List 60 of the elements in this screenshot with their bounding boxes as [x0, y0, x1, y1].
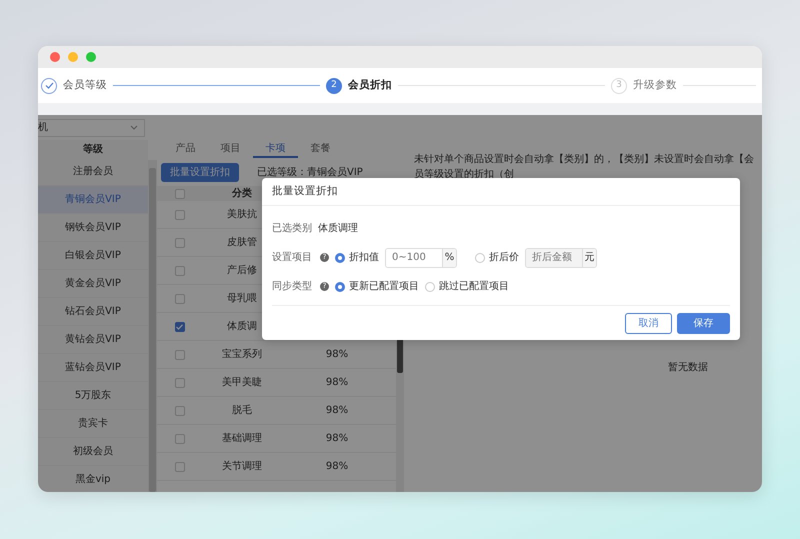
checkbox[interactable]: [174, 188, 184, 198]
input-field[interactable]: 0~100 %: [385, 248, 457, 268]
unit-label: %: [442, 248, 456, 266]
level-select[interactable]: 机: [38, 118, 145, 136]
table-cell: 98%: [326, 349, 348, 360]
table-cell: 母乳喂: [227, 293, 257, 304]
checkbox[interactable]: [174, 322, 184, 332]
table-cell: 基础调理: [222, 433, 262, 444]
table-cell: 产后修: [227, 265, 257, 276]
radio-option[interactable]: 折扣值: [335, 250, 379, 265]
save-button[interactable]: 保存: [677, 313, 730, 334]
maximize-icon[interactable]: [86, 52, 96, 62]
checkbox[interactable]: [174, 238, 184, 248]
close-icon[interactable]: [50, 52, 60, 62]
checkbox[interactable]: [174, 210, 184, 220]
checkbox[interactable]: [174, 406, 184, 416]
checkbox[interactable]: [174, 434, 184, 444]
checkbox[interactable]: [174, 294, 184, 304]
checkbox[interactable]: [174, 378, 184, 388]
step-marker: 2: [326, 78, 342, 94]
field-label: 已选类别: [272, 222, 312, 236]
table-cell: 脱毛: [232, 405, 252, 416]
scrollbar[interactable]: [148, 160, 157, 492]
level-item[interactable]: 青铜会员VIP: [38, 186, 148, 214]
table-cell: 美肤抗: [227, 209, 257, 220]
tab[interactable]: 套餐: [298, 140, 343, 158]
radio-option[interactable]: 跳过已配置项目: [425, 279, 509, 294]
step-label: 会员折扣: [348, 78, 392, 93]
cancel-button[interactable]: 取消: [625, 313, 672, 334]
chevron-down-icon: [130, 125, 138, 130]
tab[interactable]: 卡项: [253, 140, 298, 158]
radio-option[interactable]: 更新已配置项目: [335, 279, 419, 294]
table-cell: 美甲美睫: [222, 377, 262, 388]
batch-discount-button[interactable]: 批量设置折扣: [161, 162, 239, 182]
field-label: 同步类型: [272, 280, 312, 294]
tab[interactable]: 产品: [163, 140, 208, 158]
table-cell: 皮肤管: [227, 237, 257, 248]
column-header: 分类: [232, 188, 252, 199]
table-cell: 体质调: [227, 321, 257, 332]
dialog-title: 批量设置折扣: [262, 178, 740, 206]
column-header: 等级: [82, 142, 104, 156]
unit-label: 元: [582, 248, 596, 266]
empty-text: 暂无数据: [667, 360, 709, 375]
checkbox[interactable]: [174, 462, 184, 472]
table-cell: 宝宝系列: [222, 349, 262, 360]
checkbox[interactable]: [174, 350, 184, 360]
table-cell: 98%: [326, 377, 348, 388]
checkbox[interactable]: [174, 266, 184, 276]
step-label: 升级参数: [633, 78, 677, 93]
step-label: 会员等级: [63, 78, 107, 93]
table-cell: 98%: [326, 433, 348, 444]
minimize-icon[interactable]: [68, 52, 78, 62]
selected-level-text: 已选等级：青铜会员VIP: [257, 166, 363, 180]
table-cell: 98%: [326, 405, 348, 416]
tab[interactable]: 项目: [208, 140, 253, 158]
field-value: 体质调理: [318, 222, 358, 236]
field-label: 设置项目: [272, 250, 312, 265]
step-marker: 3: [611, 78, 627, 94]
table-cell: 关节调理: [222, 461, 262, 472]
table-cell: 98%: [326, 461, 348, 472]
